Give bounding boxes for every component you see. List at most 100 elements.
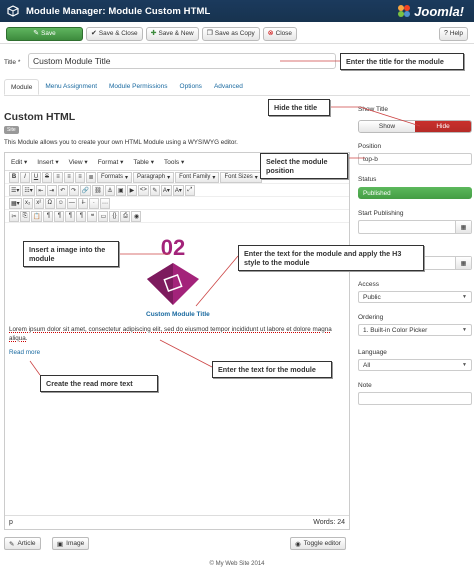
bullet-list-icon[interactable]: ☰▾ [9,184,22,196]
indent-icon[interactable]: ⇥ [46,184,57,196]
image-label: Image [66,540,85,547]
template-icon[interactable]: ▭ [98,210,109,222]
calendar-icon[interactable]: ▦ [455,257,471,269]
hide-option[interactable]: Hide [415,121,471,132]
visual-blocks-icon[interactable]: ¶ [43,210,54,222]
ordering-select[interactable]: 1. Built-in Color Picker ▼ [358,324,472,336]
outdent-icon[interactable]: ⇤ [35,184,46,196]
blockquote-icon[interactable]: ❝ [87,210,98,222]
access-select[interactable]: Public ▼ [358,291,472,303]
article-button[interactable]: ✎ Article [4,537,41,550]
menu-edit[interactable]: Edit ▾ [11,158,27,166]
save-copy-button[interactable]: ❐ Save as Copy [201,26,260,41]
picture-icon: ▣ [57,540,64,548]
superscript-icon[interactable]: x² [33,197,44,209]
paragraph-dropdown[interactable]: Paragraph ▾ [133,171,175,183]
status-select[interactable]: Published [358,187,472,199]
show-blocks-icon[interactable]: ¶ [54,210,65,222]
anchor-icon[interactable]: ⚓ [104,184,115,196]
align-center-icon[interactable]: ≡ [64,171,74,183]
align-left-icon[interactable]: ≡ [53,171,63,183]
chevron-down-icon: ▼ [462,362,467,368]
clear-format-icon[interactable]: I̶ [77,197,88,209]
fullscreen-icon[interactable]: ⤢ [184,184,195,196]
menu-view[interactable]: View ▾ [69,158,88,166]
menu-tools[interactable]: Tools ▾ [164,158,184,166]
position-label: Position [358,143,382,150]
start-publishing-input[interactable]: ▦ [358,220,472,234]
source-code-icon[interactable]: {} [109,210,120,222]
ordering-value: 1. Built-in Color Picker [363,326,428,334]
tab-menu-assignment[interactable]: Menu Assignment [39,79,103,95]
subscript-icon[interactable]: x₂ [22,197,33,209]
save-new-button[interactable]: ✚ Save & New [145,26,199,41]
code-icon[interactable]: <> [137,184,149,196]
text-color-icon[interactable]: A▾ [160,184,172,196]
numbered-list-icon[interactable]: ☷▾ [22,184,35,196]
title-input[interactable]: Custom Module Title [28,53,336,69]
cut-icon[interactable]: ✂ [9,210,19,222]
print-icon[interactable]: ⎙ [120,210,131,222]
start-publishing-label: Start Publishing [358,210,404,217]
unlink-icon[interactable]: ⛓ [92,184,104,196]
calendar-icon[interactable]: ▦ [455,221,471,233]
table-icon[interactable]: ▦▾ [9,197,22,209]
read-more-link[interactable]: Read more [9,349,40,356]
preview-icon[interactable]: ◉ [131,210,142,222]
language-value: All [363,361,371,369]
tab-module-permissions[interactable]: Module Permissions [103,79,174,95]
font-family-dropdown[interactable]: Font Family ▾ [175,171,220,183]
toggle-editor-label: Toggle editor [303,540,341,547]
redo-icon[interactable]: ↷ [68,184,79,196]
position-select[interactable]: top-b [358,153,472,165]
strikethrough-button[interactable]: S [42,171,52,183]
paste-icon[interactable]: 📋 [31,210,43,222]
special-char-icon[interactable]: Ω [44,197,55,209]
font-sizes-dropdown[interactable]: Font Sizes ▾ [220,171,262,183]
emoticons-icon[interactable]: ☺ [55,197,66,209]
background-color-icon[interactable]: A▾ [172,184,184,196]
help-button[interactable]: ? Help [438,26,468,41]
horizontal-rule-icon[interactable]: — [66,197,77,209]
language-select[interactable]: All ▼ [358,359,472,371]
nonbreaking-icon[interactable]: · [88,197,99,209]
paragraph-label: Paragraph [137,174,166,180]
italic-button[interactable]: I [20,171,30,183]
save-new-label: Save & New [158,30,194,37]
help-label: Help [449,30,463,37]
tab-module[interactable]: Module [4,79,40,95]
eye-icon: ◉ [295,540,301,548]
pagebreak-icon[interactable]: ⋯ [99,197,110,209]
image-button[interactable]: ▣ Image [52,537,90,550]
chevron-down-icon: ▼ [462,327,467,333]
align-right-icon[interactable]: ≡ [75,171,85,183]
ltr-icon[interactable]: ¶ [65,210,76,222]
menu-table[interactable]: Table ▾ [133,158,154,166]
align-justify-icon[interactable]: ≣ [86,171,96,183]
tab-advanced[interactable]: Advanced [208,79,249,95]
help-icon: ? [443,30,448,37]
show-option[interactable]: Show [359,121,415,132]
save-button[interactable]: ✎ Save [6,26,83,41]
underline-button[interactable]: U [31,171,41,183]
menu-format[interactable]: Format ▾ [98,158,124,166]
callout-position: Select the module position [260,153,348,179]
rtl-icon[interactable]: ¶ [76,210,87,222]
tab-options[interactable]: Options [174,79,208,95]
show-title-toggle[interactable]: Show Hide [358,120,472,133]
link-icon[interactable]: 🔗 [79,184,92,196]
save-close-button[interactable]: ✔ Save & Close [86,26,143,41]
media-icon[interactable]: ▶ [126,184,137,196]
image-icon[interactable]: ▣ [115,184,126,196]
formats-dropdown[interactable]: Formats ▾ [97,171,133,183]
undo-icon[interactable]: ↶ [57,184,68,196]
menu-insert[interactable]: Insert ▾ [37,158,58,166]
edit-icon[interactable]: ✎ [149,184,160,196]
note-input[interactable] [358,392,472,405]
save-label: Save [41,30,56,37]
toggle-editor-button[interactable]: ◉ Toggle editor [290,537,346,550]
editor-statusbar: p Words: 24 [5,515,349,529]
bold-button[interactable]: B [9,171,19,183]
copy-text-icon[interactable]: ⎘ [20,210,30,222]
close-button[interactable]: ⊗ Close [262,26,297,41]
